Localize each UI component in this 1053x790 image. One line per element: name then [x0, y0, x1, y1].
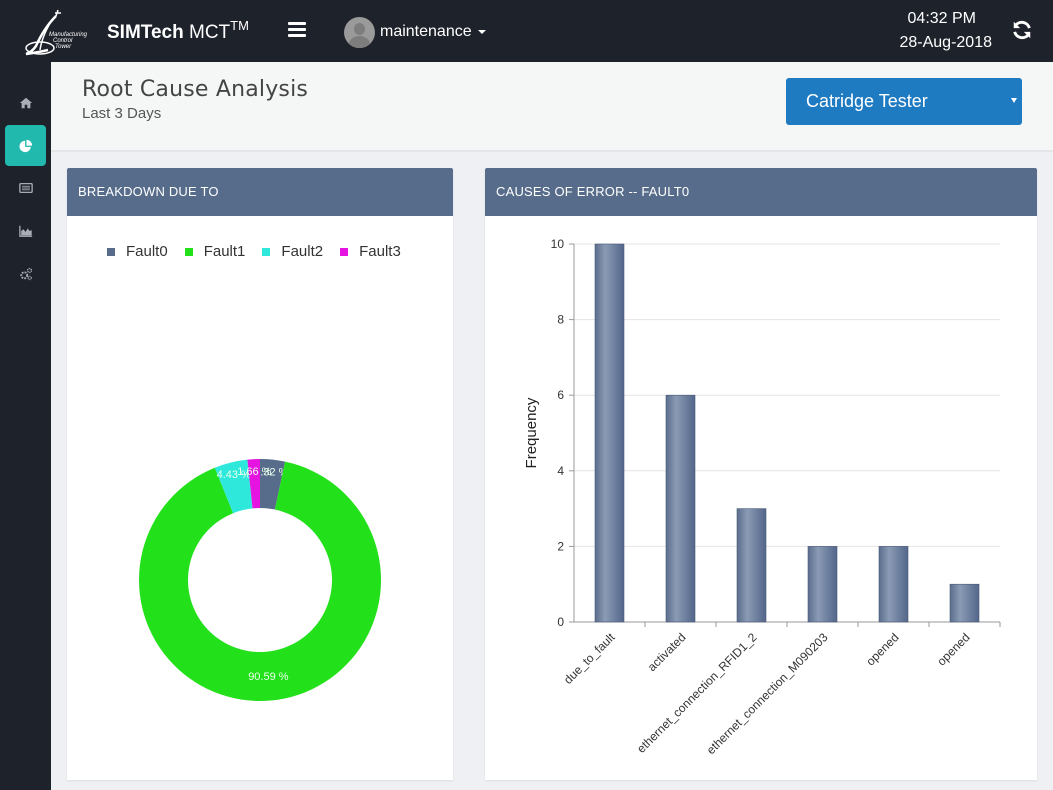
donut-chart: 3.32 %90.59 %4.43 %1.66 % — [139, 459, 381, 701]
current-date: 28-Aug-2018 — [899, 34, 992, 51]
page-header: Root Cause Analysis Last 3 Days Catridge… — [51, 62, 1053, 152]
x-tick-label: due_to_fault — [561, 630, 618, 687]
bar-2[interactable] — [736, 508, 767, 623]
current-time: 04:32 PM — [907, 10, 976, 27]
brand-product: MCT — [183, 22, 231, 43]
sidebar-item-list[interactable] — [5, 167, 46, 208]
donut-data-label: 90.59 % — [248, 671, 289, 683]
machine-select-value: Catridge Tester — [806, 91, 928, 111]
x-tick-label: ethernet_connection_M090203 — [704, 630, 831, 757]
y-tick-label: 8 — [557, 313, 564, 327]
cogs-icon — [19, 267, 32, 280]
x-tick-label: opened — [863, 630, 901, 668]
pie-chart-icon — [18, 139, 32, 152]
bar-3[interactable] — [807, 546, 838, 623]
y-tick-label: 2 — [557, 539, 564, 553]
donut-data-label: 1.66 % — [237, 466, 271, 478]
menu-toggle-icon[interactable] — [288, 22, 306, 38]
sidebar-item-trends[interactable] — [5, 210, 46, 251]
y-tick-label: 0 — [557, 615, 564, 629]
causes-panel: CAUSES OF ERROR -- FAULT0 0 2 4 6 8 10 Frequen… — [485, 168, 1037, 780]
caret-down-icon — [1011, 98, 1017, 103]
breakdown-panel: BREAKDOWN DUE TO Fault0 Fault1 Fault2 Fault… — [67, 168, 453, 780]
x-tick-label: opened — [934, 630, 972, 668]
caret-down-icon — [477, 30, 486, 34]
sidebar-item-home[interactable] — [5, 82, 46, 123]
machine-select[interactable]: Catridge Tester — [786, 78, 1022, 125]
user-menu[interactable]: maintenance — [344, 16, 486, 48]
logo-icon[interactable]: Manufacturing Control Tower — [22, 6, 94, 56]
brand-trademark: TM — [230, 18, 249, 33]
y-axis-title: Frequency — [523, 397, 540, 468]
bar-1[interactable] — [665, 394, 696, 623]
clock: 04:32 PM 28-Aug-2018 — [899, 7, 992, 55]
y-tick-label: 6 — [557, 388, 564, 402]
bar-5[interactable] — [949, 583, 980, 623]
avatar — [344, 16, 375, 48]
sidebar — [0, 62, 51, 790]
panel-title: CAUSES OF ERROR -- FAULT0 — [485, 168, 1037, 216]
panel-title: BREAKDOWN DUE TO — [67, 168, 453, 216]
top-bar: Manufacturing Control Tower SIMTech MCTT… — [0, 0, 1053, 62]
page-subtitle: Last 3 Days — [82, 105, 162, 122]
username: maintenance — [380, 23, 472, 40]
refresh-icon[interactable] — [1011, 19, 1033, 41]
home-icon — [19, 97, 32, 108]
bar-4[interactable] — [878, 546, 909, 623]
bar-chart: 0246810Frequencydue_to_fault activatedeth… — [523, 237, 1001, 757]
x-tick-label: ethernet_connection_RFID1_2 — [634, 630, 760, 756]
sidebar-item-settings[interactable] — [5, 253, 46, 294]
list-icon — [18, 182, 33, 193]
y-tick-label: 4 — [557, 464, 564, 478]
y-tick-label: 10 — [551, 237, 565, 251]
area-chart-icon — [18, 225, 32, 237]
sidebar-item-analysis[interactable] — [5, 125, 46, 166]
brand-name: SIMTech — [107, 22, 184, 43]
bar-0[interactable] — [594, 243, 625, 623]
page-title: Root Cause Analysis — [82, 77, 309, 102]
x-tick-label: activated — [645, 630, 689, 674]
svg-text:Tower: Tower — [55, 44, 72, 50]
app-brand: SIMTech MCTTM — [107, 18, 249, 44]
